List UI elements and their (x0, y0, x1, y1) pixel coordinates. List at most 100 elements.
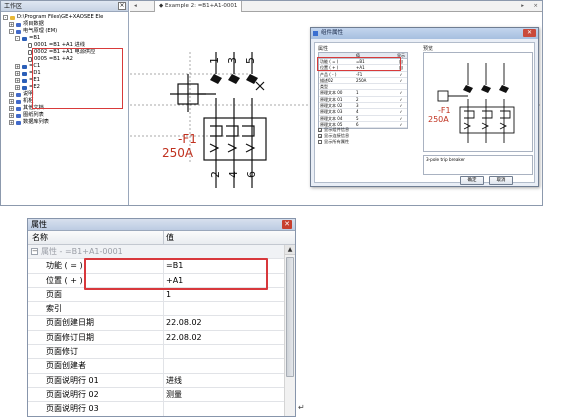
dialog-cell-show[interactable]: ✓ (395, 109, 407, 114)
highlight-box (32, 48, 123, 109)
dialog-cell-value[interactable] (355, 84, 395, 89)
property-value[interactable]: 22.08.02 (164, 331, 286, 344)
dialog-close-icon[interactable]: ✕ (523, 29, 536, 37)
node-icon (22, 36, 27, 41)
property-row[interactable]: 页面创建者 (28, 359, 286, 374)
tab-example-2[interactable]: ◆ Example 2: =B1+A1-0001 (154, 1, 243, 12)
dialog-cell-show[interactable]: ✓ (395, 103, 407, 108)
expand-icon[interactable]: + (15, 78, 20, 83)
checkbox-icon[interactable]: ✓ (318, 127, 322, 132)
tree-item[interactable]: - 电气原理 (EM) (3, 28, 128, 35)
device-rating: 250A (162, 146, 194, 160)
dialog-cell-show[interactable]: ✓ (395, 90, 407, 95)
dialog-cell-show[interactable] (395, 84, 407, 89)
dialog-cell-show[interactable]: ✓ (395, 78, 407, 83)
property-row[interactable]: 页面 1 (28, 287, 286, 303)
dialog-cell-value[interactable]: 5 (355, 116, 395, 121)
tree-item[interactable]: + 数据库列表 (3, 119, 128, 126)
property-value[interactable]: 进线 (164, 374, 286, 387)
dialog-cell-value[interactable]: 3 (355, 103, 395, 108)
collapse-icon[interactable]: − (31, 248, 38, 255)
tree-item-label: 图纸列表 (23, 112, 44, 118)
dialog-body: 属性 预览 值 显示 功能 ( = ) =B1 自位置 ( + ) +A1 自产品 ( … (314, 42, 535, 185)
preview-rating: 250A (428, 115, 449, 124)
node-icon (22, 71, 27, 76)
header-name[interactable]: 名称 (28, 231, 164, 244)
tree-item[interactable]: - =B1 (3, 35, 128, 42)
dialog-cell-value[interactable]: 1 (355, 90, 395, 95)
vertical-scrollbar[interactable]: ▲ (284, 245, 295, 416)
property-value[interactable] (164, 302, 286, 315)
property-value[interactable]: 22.08.02 (164, 316, 286, 329)
node-icon (16, 120, 21, 125)
expand-icon[interactable]: + (9, 22, 14, 27)
property-row[interactable]: 页面创建日期 22.08.02 (28, 316, 286, 331)
ok-button[interactable]: 确定 (460, 176, 484, 185)
property-row[interactable]: 页面说明行 02 测量 (28, 387, 286, 403)
expand-icon[interactable]: + (9, 99, 14, 104)
software-screenshot: 工作区 × - D:\Program Files\GE+XAOSEE Ele + 项目… (0, 0, 543, 206)
tree-item-label: 电气原理 (EM) (23, 28, 58, 34)
cancel-button[interactable]: 取消 (489, 176, 513, 185)
tab-close-icon[interactable]: × (533, 1, 538, 12)
symbol-preview: -F1 250A (423, 52, 533, 152)
expand-icon[interactable]: + (15, 85, 20, 90)
properties-titlebar: 属性 ✕ (28, 219, 295, 231)
tree-item[interactable]: + 图纸列表 (3, 112, 128, 119)
tab-nav-left-icon[interactable]: ◂ (134, 1, 137, 12)
tree-item-label: D:\Program Files\GE+XAOSEE Ele (17, 14, 104, 20)
scroll-up-icon[interactable]: ▲ (285, 245, 295, 255)
expand-icon[interactable]: + (9, 120, 14, 125)
dialog-cell-value[interactable]: 6 (355, 122, 395, 127)
terminal-top-1: 1 (208, 57, 221, 64)
dialog-cell-show[interactable]: ✓ (395, 72, 407, 77)
checkbox-label: 显示组件信息 (324, 127, 350, 132)
close-icon[interactable]: ✕ (282, 220, 292, 229)
expand-icon[interactable]: + (9, 106, 14, 111)
collapse-icon[interactable]: - (3, 15, 8, 20)
tab-nav-right-icon[interactable]: ▸ (521, 1, 524, 12)
checkbox-show-all-properties[interactable]: 显示所有属性 (318, 139, 349, 144)
property-value[interactable] (164, 359, 286, 372)
workspace-titlebar: 工作区 × (1, 1, 128, 12)
property-row[interactable]: 页面说明行 03 (28, 402, 286, 416)
dialog-cell-value[interactable]: 2 (355, 97, 395, 102)
dialog-cell-name: 原理文本 03 (320, 109, 343, 115)
property-row[interactable]: 页面说明行 01 进线 (28, 373, 286, 388)
checkbox-icon[interactable] (318, 139, 322, 144)
scroll-thumb[interactable] (286, 257, 294, 377)
dialog-cell-show[interactable]: ✓ (395, 116, 407, 121)
expand-icon[interactable]: + (9, 113, 14, 118)
close-icon[interactable]: × (118, 2, 126, 10)
dialog-cell-show[interactable]: ✓ (395, 122, 407, 127)
dialog-cell-value[interactable]: 250A (355, 78, 395, 83)
collapse-icon[interactable]: - (9, 29, 14, 34)
dialog-cell-value[interactable]: -F1 (355, 72, 395, 77)
checkbox-show-connection-info[interactable]: ✓ 显示连接信息 (318, 133, 349, 138)
node-icon (22, 85, 27, 90)
expand-icon[interactable]: + (9, 92, 14, 97)
checkbox-icon[interactable]: ✓ (318, 133, 322, 138)
expand-icon[interactable]: + (15, 71, 20, 76)
property-row[interactable]: 索引 (28, 302, 286, 317)
node-icon (16, 113, 21, 118)
header-value[interactable]: 值 (164, 231, 295, 244)
tab-label: Example 2: =B1+A1-0001 (164, 3, 238, 9)
property-value[interactable] (164, 402, 286, 415)
description-text: 3-pole trip breaker (426, 157, 465, 162)
dialog-titlebar: 组件属性 ✕ (311, 28, 538, 39)
property-row[interactable]: 页面修订日期 22.08.02 (28, 330, 286, 346)
preview-section-label: 预览 (423, 46, 434, 52)
property-value[interactable] (164, 345, 286, 358)
property-row[interactable]: 页面修订 (28, 345, 286, 360)
terminal-top-3: 3 (226, 57, 239, 64)
expand-icon[interactable]: + (15, 64, 20, 69)
tree-item[interactable]: - D:\Program Files\GE+XAOSEE Ele (3, 14, 128, 21)
property-value[interactable]: 测量 (164, 388, 286, 401)
dialog-cell-show[interactable]: ✓ (395, 97, 407, 102)
checkbox-show-component-info[interactable]: ✓ 显示组件信息 (318, 127, 349, 132)
dialog-cell-value[interactable]: 4 (355, 109, 395, 114)
tree-item[interactable]: + 项目数据 (3, 21, 128, 28)
property-name: 索引 (28, 302, 164, 316)
collapse-icon[interactable]: - (15, 36, 20, 41)
